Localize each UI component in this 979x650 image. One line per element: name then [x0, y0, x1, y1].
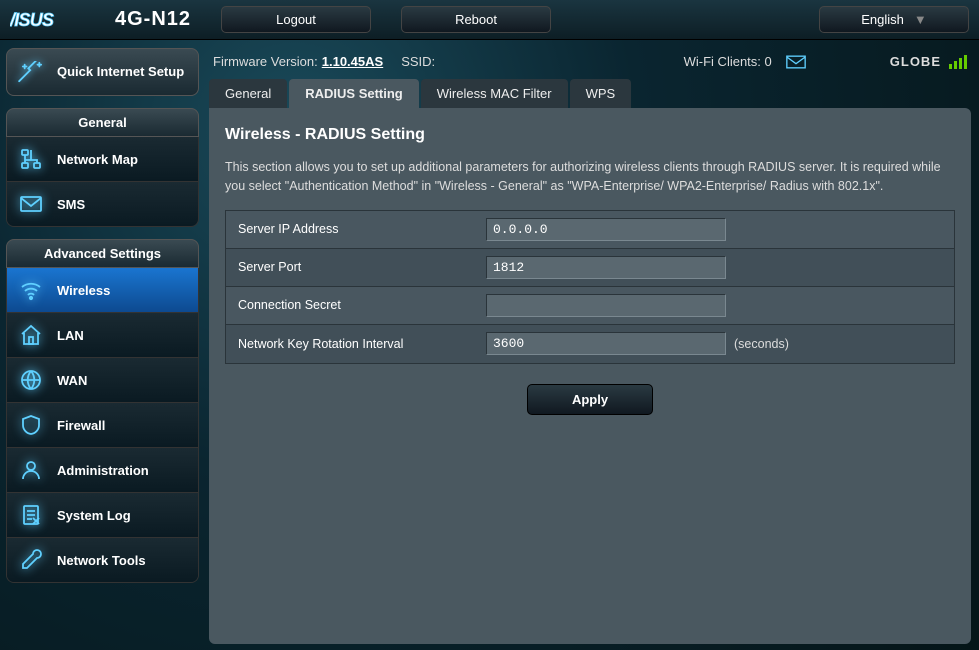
language-selector[interactable]: English ▼: [819, 6, 969, 33]
sidebar-item-label: Wireless: [57, 283, 110, 298]
sidebar-item-label: WAN: [57, 373, 87, 388]
sidebar-item-wireless[interactable]: Wireless: [7, 268, 198, 312]
input-connection-secret[interactable]: [486, 294, 726, 317]
label-server-port: Server Port: [226, 260, 486, 274]
shield-icon: [19, 413, 43, 437]
logout-button[interactable]: Logout: [221, 6, 371, 33]
sidebar: Quick Internet Setup General Network Map…: [0, 40, 205, 650]
sidebar-item-label: Network Map: [57, 152, 138, 167]
tab-wireless-mac-filter[interactable]: Wireless MAC Filter: [421, 79, 568, 108]
input-server-port[interactable]: [486, 256, 726, 279]
home-icon: [19, 323, 43, 347]
sidebar-item-wan[interactable]: WAN: [7, 357, 198, 402]
firmware-label: Firmware Version:: [213, 54, 318, 69]
panel-description: This section allows you to set up additi…: [225, 158, 955, 196]
network-map-icon: [19, 147, 43, 171]
advanced-section-header: Advanced Settings: [6, 239, 199, 268]
carrier-name: GLOBE: [890, 54, 941, 69]
sidebar-item-firewall[interactable]: Firewall: [7, 402, 198, 447]
top-bar: /ISUS 4G-N12 Logout Reboot English ▼: [0, 0, 979, 40]
language-label: English: [861, 12, 904, 27]
row-server-ip: Server IP Address: [226, 211, 954, 249]
mail-indicator-icon[interactable]: [786, 55, 806, 69]
chevron-down-icon: ▼: [914, 12, 927, 27]
label-server-ip: Server IP Address: [226, 222, 486, 236]
sidebar-item-lan[interactable]: LAN: [7, 312, 198, 357]
status-bar: Firmware Version: 1.10.45AS SSID: Wi-Fi …: [209, 46, 971, 79]
wizard-icon: [17, 61, 47, 83]
sidebar-item-system-log[interactable]: System Log: [7, 492, 198, 537]
label-connection-secret: Connection Secret: [226, 298, 486, 312]
log-icon: [19, 503, 43, 527]
general-nav: Network Map SMS: [6, 137, 199, 227]
row-server-port: Server Port: [226, 249, 954, 287]
panel-title: Wireless - RADIUS Setting: [225, 126, 955, 144]
sidebar-item-label: LAN: [57, 328, 84, 343]
wifi-clients-label: Wi-Fi Clients: 0: [684, 54, 772, 69]
person-icon: [19, 458, 43, 482]
quick-internet-setup-label: Quick Internet Setup: [57, 64, 184, 80]
sidebar-item-network-map[interactable]: Network Map: [7, 137, 198, 181]
sidebar-item-administration[interactable]: Administration: [7, 447, 198, 492]
globe-icon: [19, 368, 43, 392]
sidebar-item-label: Administration: [57, 463, 149, 478]
general-section-header: General: [6, 108, 199, 137]
settings-form: Server IP Address Server Port Connection…: [225, 210, 955, 364]
tab-radius-setting[interactable]: RADIUS Setting: [289, 79, 419, 108]
input-server-ip[interactable]: [486, 218, 726, 241]
main-content: Firmware Version: 1.10.45AS SSID: Wi-Fi …: [205, 40, 979, 650]
model-name: 4G-N12: [115, 8, 191, 31]
sidebar-item-label: SMS: [57, 197, 85, 212]
svg-text:/ISUS: /ISUS: [10, 10, 54, 30]
quick-internet-setup-button[interactable]: Quick Internet Setup: [6, 48, 199, 96]
advanced-nav: Wireless LAN WAN Firewall Administration: [6, 268, 199, 583]
firmware-version[interactable]: 1.10.45AS: [322, 54, 383, 69]
settings-panel: Wireless - RADIUS Setting This section a…: [209, 108, 971, 644]
input-key-rotation[interactable]: [486, 332, 726, 355]
label-key-rotation: Network Key Rotation Interval: [226, 337, 486, 351]
sidebar-item-label: System Log: [57, 508, 131, 523]
wireless-icon: [19, 278, 43, 302]
brand-logo: /ISUS: [10, 6, 100, 34]
sidebar-item-label: Firewall: [57, 418, 105, 433]
sidebar-item-sms[interactable]: SMS: [7, 181, 198, 226]
suffix-seconds: (seconds): [734, 337, 789, 351]
tools-icon: [19, 548, 43, 572]
sidebar-item-network-tools[interactable]: Network Tools: [7, 537, 198, 582]
row-key-rotation: Network Key Rotation Interval (seconds): [226, 325, 954, 363]
apply-button[interactable]: Apply: [527, 384, 653, 415]
tab-wps[interactable]: WPS: [570, 79, 632, 108]
tab-general[interactable]: General: [209, 79, 287, 108]
tab-bar: General RADIUS Setting Wireless MAC Filt…: [209, 79, 971, 108]
row-connection-secret: Connection Secret: [226, 287, 954, 325]
reboot-button[interactable]: Reboot: [401, 6, 551, 33]
sidebar-item-label: Network Tools: [57, 553, 146, 568]
ssid-label: SSID:: [401, 54, 435, 69]
mail-icon: [19, 192, 43, 216]
signal-bars-icon: [949, 55, 967, 69]
wifi-clients-count: 0: [765, 54, 772, 69]
